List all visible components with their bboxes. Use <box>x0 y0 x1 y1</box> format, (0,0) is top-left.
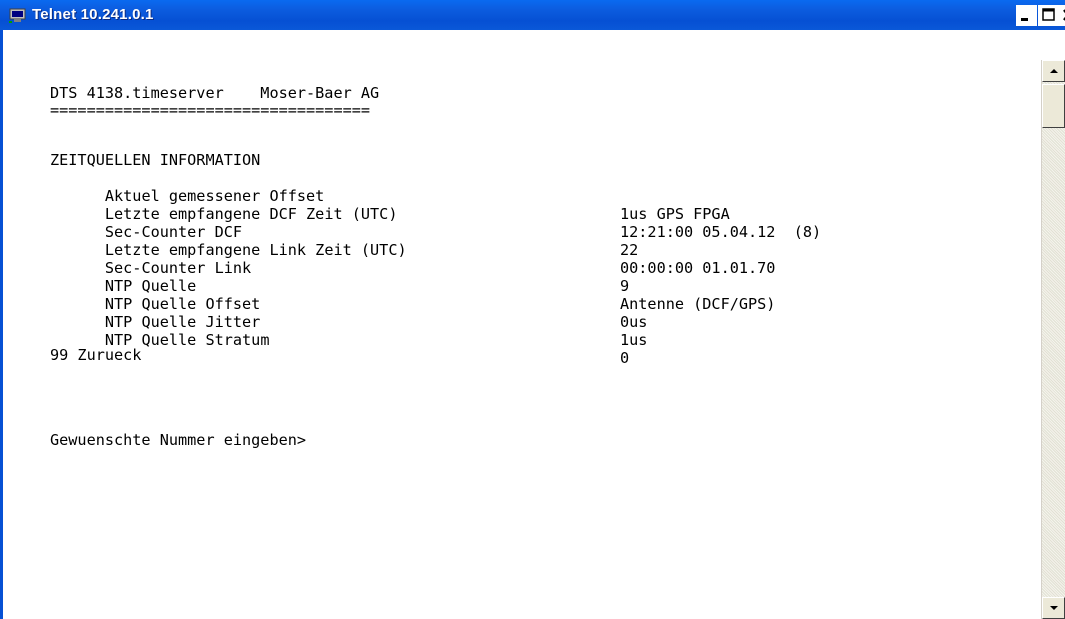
maximize-button[interactable] <box>1038 5 1059 26</box>
input-prompt: Gewuenschte Nummer eingeben> <box>50 431 307 449</box>
row-value: 0us <box>620 313 648 331</box>
section-title: ZEITQUELLEN INFORMATION <box>50 151 261 169</box>
close-icon <box>1063 9 1065 21</box>
telnet-terminal-icon <box>9 8 26 23</box>
close-button[interactable] <box>1059 5 1065 26</box>
row-value: 22 <box>620 241 639 259</box>
minimize-icon <box>1021 18 1028 21</box>
row-value: 9 <box>620 277 630 295</box>
info-row: NTP Quelle Offset 0us <box>50 277 648 331</box>
info-row: Sec-Counter DCF 22 <box>50 205 638 259</box>
info-row: Letzte empfangene DCF Zeit (UTC) 12:21:0… <box>50 187 821 241</box>
row-value: Antenne (DCF/GPS) <box>620 295 776 313</box>
vertical-scrollbar[interactable] <box>1041 60 1065 619</box>
row-value: 0 <box>620 349 630 367</box>
scroll-down-arrow-icon <box>1050 606 1058 610</box>
terminal-header: DTS 4138.timeserver Moser-Baer AG <box>50 84 380 102</box>
info-row: NTP Quelle Antenne (DCF/GPS) <box>50 259 776 313</box>
scroll-up-arrow-icon <box>1050 69 1058 73</box>
info-row: Aktuel gemessener Offset 1us GPS FPGA <box>50 169 730 223</box>
terminal-separator: =================================== <box>50 101 371 119</box>
info-row: NTP Quelle Jitter 1us <box>50 295 648 349</box>
scroll-up-button[interactable] <box>1042 60 1065 82</box>
terminal-text: DTS 4138.timeserver Moser-Baer AG ======… <box>50 55 1030 595</box>
maximize-icon <box>1042 8 1055 21</box>
row-value: 1us GPS FPGA <box>620 205 730 223</box>
title-bar[interactable]: Telnet 10.241.0.1 <box>0 0 1065 30</box>
window-title: Telnet 10.241.0.1 <box>32 6 154 23</box>
scroll-down-button[interactable] <box>1042 597 1065 619</box>
minimize-button[interactable] <box>1016 5 1037 26</box>
scroll-thumb[interactable] <box>1042 84 1065 128</box>
row-value: 1us <box>620 331 648 349</box>
info-row: Sec-Counter Link 9 <box>50 241 629 295</box>
telnet-window: Telnet 10.241.0.1 DTS 4138.timeserver Mo… <box>0 0 1065 619</box>
row-value: 12:21:00 05.04.12 (8) <box>620 223 822 241</box>
back-option: 99 Zurueck <box>50 346 142 364</box>
info-row: Letzte empfangene Link Zeit (UTC) 00:00:… <box>50 223 776 277</box>
info-row: NTP Quelle Stratum 0 <box>50 313 629 367</box>
row-value: 00:00:00 01.01.70 <box>620 259 776 277</box>
